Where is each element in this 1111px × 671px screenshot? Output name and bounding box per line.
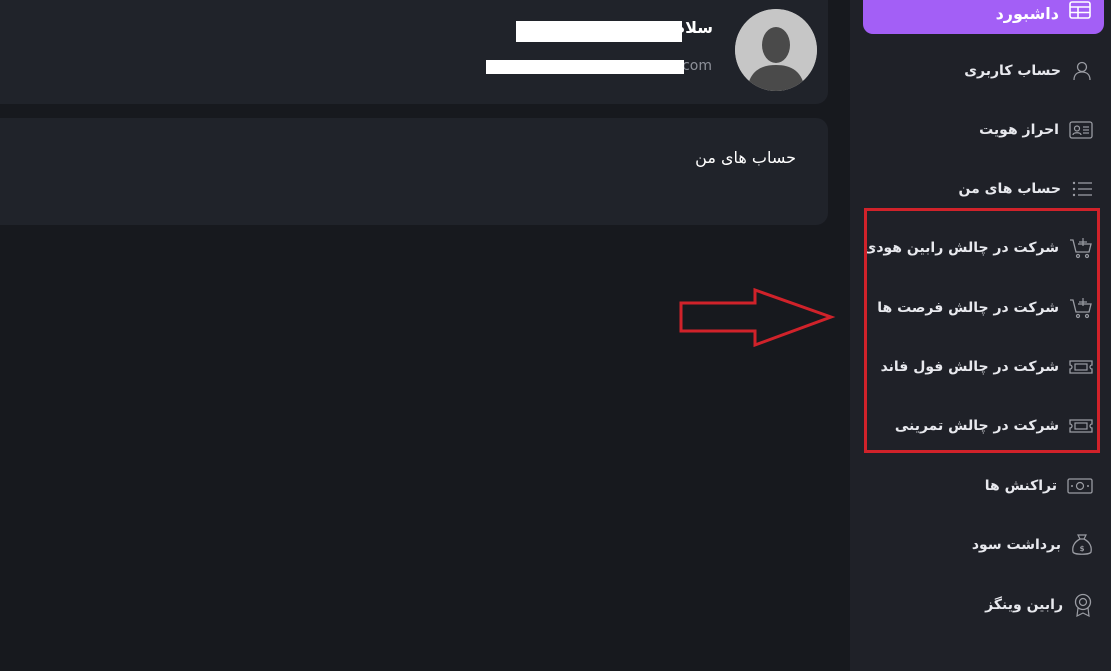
money-bag-icon: $ bbox=[1071, 533, 1093, 557]
table-icon bbox=[1069, 1, 1091, 23]
sidebar-item-label: برداشت سود bbox=[971, 537, 1061, 553]
redacted-username bbox=[516, 21, 682, 42]
avatar[interactable] bbox=[735, 9, 817, 91]
profile-card bbox=[0, 0, 828, 104]
redacted-email bbox=[486, 60, 684, 74]
money-icon bbox=[1067, 476, 1093, 496]
annotation-arrow-icon bbox=[679, 287, 836, 348]
user-icon bbox=[1071, 60, 1093, 82]
accounts-card-title: حساب های من bbox=[695, 148, 796, 167]
svg-text:$: $ bbox=[1080, 545, 1085, 553]
badge-icon bbox=[1073, 593, 1093, 617]
sidebar-item-label: حساب های من bbox=[958, 181, 1061, 197]
sidebar-item-robin-wings[interactable]: رابین وینگز bbox=[985, 590, 1093, 620]
accounts-card bbox=[0, 118, 828, 225]
id-card-icon bbox=[1069, 120, 1093, 140]
sidebar-item-label: حساب کاربری bbox=[964, 63, 1061, 79]
sidebar-item-label: احراز هویت bbox=[979, 122, 1059, 138]
list-icon bbox=[1071, 179, 1093, 199]
sidebar-item-transactions[interactable]: تراکنش ها bbox=[985, 471, 1093, 501]
sidebar-item-my-accounts[interactable]: حساب های من bbox=[959, 174, 1093, 204]
sidebar-item-label: تراکنش ها bbox=[984, 478, 1057, 494]
sidebar-item-label: داشبورد bbox=[995, 4, 1059, 23]
avatar-silhouette-icon bbox=[735, 9, 817, 91]
sidebar-item-user-account[interactable]: حساب کاربری bbox=[964, 56, 1093, 86]
sidebar-item-profit-withdrawal[interactable]: برداشت سود $ bbox=[972, 530, 1093, 560]
sidebar-item-kyc[interactable]: احراز هویت bbox=[979, 115, 1093, 145]
sidebar-item-dashboard[interactable]: داشبورد bbox=[863, 0, 1104, 34]
annotation-highlight-box bbox=[864, 208, 1100, 453]
sidebar-item-label: رابین وینگز bbox=[985, 597, 1063, 613]
